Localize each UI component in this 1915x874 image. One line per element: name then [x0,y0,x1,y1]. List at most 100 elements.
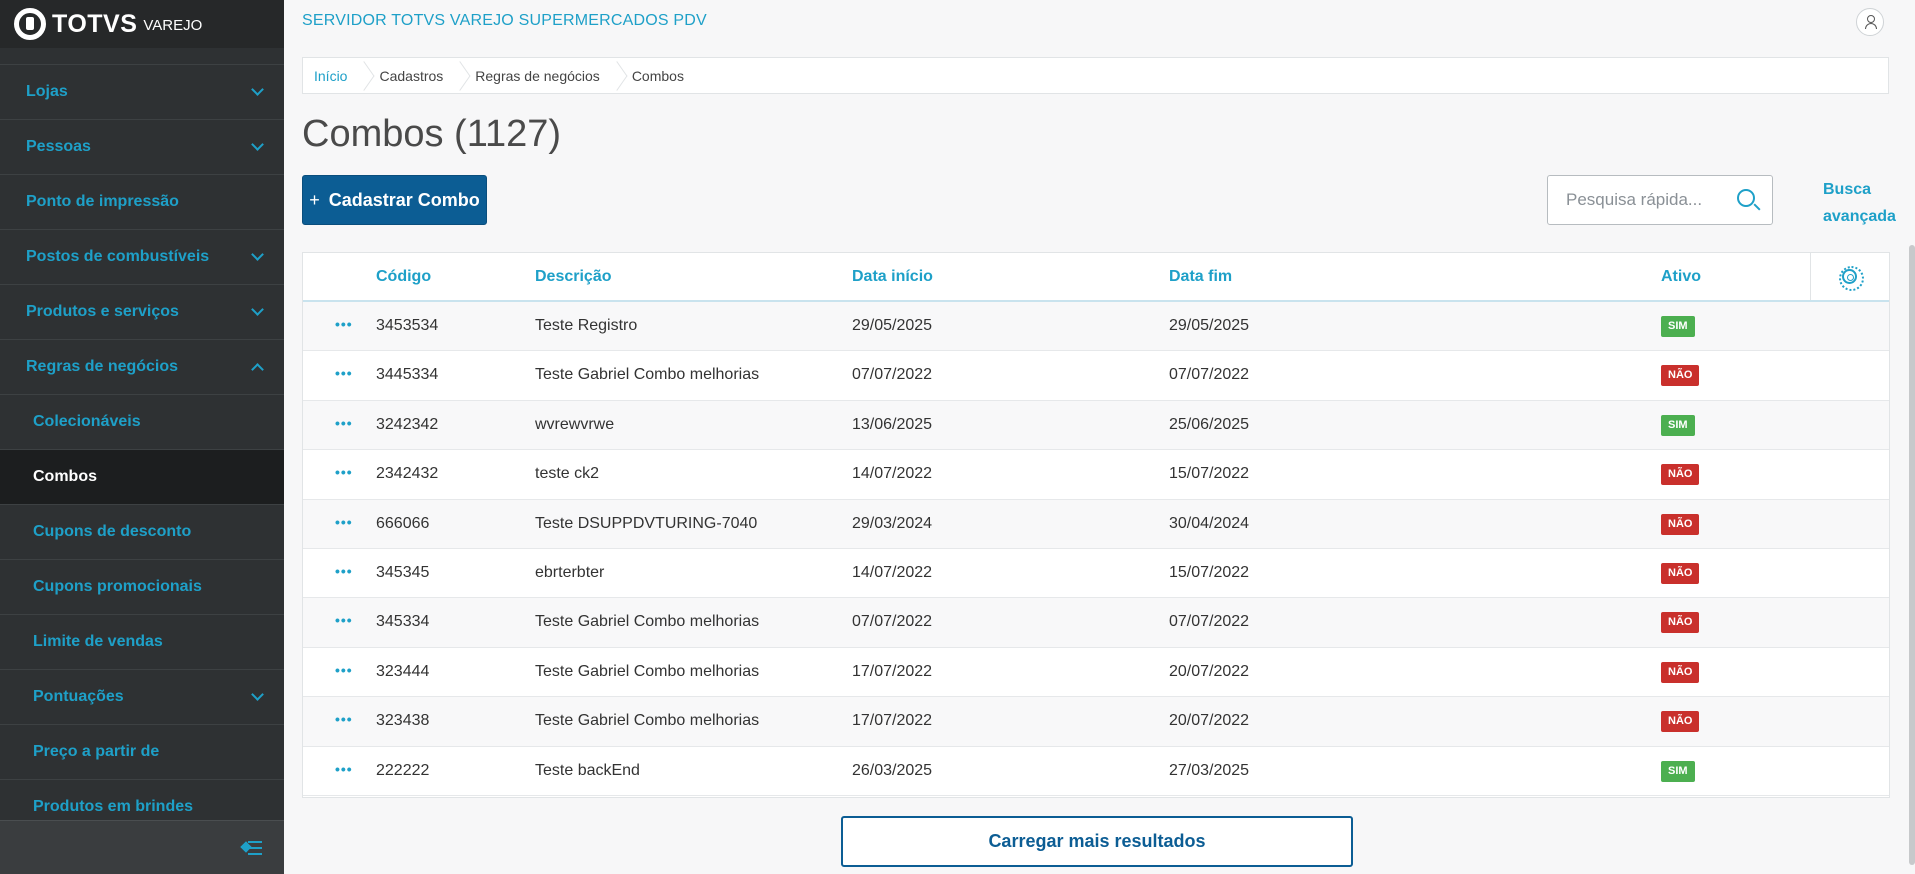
sidebar-item-preco-a-partir-de[interactable]: Preço a partir de [0,725,284,780]
table-row[interactable]: ••• 666066 Teste DSUPPDVTURING-7040 29/03/2… [303,499,1889,549]
cell-data-inicio: 07/07/2022 [852,613,933,631]
cell-descricao: teste ck2 [535,465,600,483]
cell-codigo: 323444 [376,662,430,680]
sidebar-item-pontuacoes[interactable]: Pontuações [0,670,284,725]
sidebar-item-lojas[interactable]: Lojas [0,65,284,120]
table-header: Código Descrição Data início Data fim At… [303,253,1889,302]
chevron-up-icon [251,363,264,376]
more-actions-icon[interactable]: ••• [335,464,353,480]
status-badge: NÃO [1661,464,1700,486]
cell-descricao: Teste DSUPPDVTURING-7040 [535,514,758,532]
cell-data-inicio: 13/06/2025 [852,415,933,433]
page-scrollbar[interactable] [1909,245,1915,865]
cell-data-inicio: 14/07/2022 [852,465,933,483]
more-actions-icon[interactable]: ••• [335,711,353,727]
load-more-button[interactable]: Carregar mais resultados [841,816,1353,867]
sidebar-item-label: Produtos e serviços [26,303,179,320]
sidebar-item-ponto-impressao[interactable]: Ponto de impressão [0,175,284,230]
cell-descricao: Teste backEnd [535,761,640,779]
user-icon[interactable] [1856,8,1884,36]
status-badge: SIM [1661,316,1695,337]
breadcrumb: Início Cadastros Regras de negócios Comb… [302,57,1889,94]
advanced-search-link[interactable]: Busca avançada [1823,176,1903,230]
sidebar-item-label: Regras de negócios [26,358,179,375]
search-icon[interactable] [1737,189,1761,213]
sidebar-item-cupons-desconto[interactable]: Cupons de desconto [0,505,284,560]
breadcrumb-separator [454,58,464,94]
status-badge: NÃO [1661,612,1700,634]
cell-descricao: wvrewvrwe [535,415,615,433]
sidebar-item-regras-negocios[interactable]: Regras de negócios [0,340,284,395]
search-input[interactable] [1566,190,1741,210]
column-header-data-fim[interactable]: Data fim [1169,268,1232,286]
cell-descricao: Teste Gabriel Combo melhorias [535,366,760,384]
cell-data-inicio: 29/03/2024 [852,514,933,532]
table-row[interactable]: ••• 323444 Teste Gabriel Combo melhorias 17… [303,648,1889,698]
sidebar-item-label: Cupons promocionais [33,578,202,595]
sidebar-item-cupons-promocionais[interactable]: Cupons promocionais [0,560,284,615]
cell-data-fim: 15/07/2022 [1169,563,1250,581]
cell-data-inicio: 07/07/2022 [852,366,933,384]
more-actions-icon[interactable]: ••• [335,514,353,530]
main-content: SERVIDOR TOTVS VAREJO SUPERMERCADOS PDV … [284,0,1915,874]
cell-codigo: 345334 [376,613,430,631]
more-actions-icon[interactable]: ••• [335,563,353,579]
gear-icon [1839,266,1864,291]
table-row[interactable]: ••• 345345 ebrterbter 14/07/2022 15/07/2022 N… [303,549,1889,599]
sidebar-item-colecionaveis[interactable]: Colecionáveis [0,395,284,450]
column-header-descricao[interactable]: Descrição [535,268,612,286]
cell-data-fim: 20/07/2022 [1169,662,1250,680]
breadcrumb-item-cadastros: Cadastros [379,67,444,84]
sidebar-item-label: Combos [33,468,97,485]
table-settings-button[interactable] [1810,253,1889,300]
more-actions-icon[interactable]: ••• [335,612,353,628]
column-header-codigo[interactable]: Código [376,268,431,286]
table-row[interactable]: ••• 222222 Teste backEnd 26/03/2025 27/03/20… [303,747,1889,796]
cell-codigo: 3453534 [376,317,439,334]
sidebar-footer [0,820,284,874]
chevron-down-icon [251,303,264,316]
cell-codigo: 222222 [376,761,430,779]
table-row[interactable]: ••• 3453534 Teste Registro 29/05/2025 29/05/… [303,302,1889,352]
cell-codigo: 323438 [376,712,430,730]
chevron-down-icon [251,248,264,261]
cell-data-fim: 30/04/2024 [1169,514,1250,532]
sidebar-item-combos[interactable]: Combos [0,450,284,505]
status-badge: NÃO [1661,661,1700,683]
cell-data-inicio: 29/05/2025 [852,317,933,334]
table-row[interactable]: ••• 323438 Teste Gabriel Combo melhorias 17… [303,697,1889,747]
column-header-ativo[interactable]: Ativo [1661,268,1701,286]
table-row[interactable]: ••• 3445334 Teste Gabriel Combo melhorias 0… [303,351,1889,401]
more-actions-icon[interactable]: ••• [335,415,353,431]
status-badge: SIM [1661,414,1695,436]
sidebar-item-pessoas[interactable]: Pessoas [0,120,284,175]
quick-search [1547,175,1773,225]
more-actions-icon[interactable]: ••• [335,316,353,332]
table-row[interactable]: ••• 3242342 wvrewvrwe 13/06/2025 25/06/2025 S… [303,400,1889,451]
cell-data-fim: 15/07/2022 [1169,465,1250,483]
cell-descricao: Teste Gabriel Combo melhorias [535,712,760,730]
table-row[interactable]: ••• 2342432 teste ck2 14/07/2022 15/07/2022 N… [303,450,1889,500]
breadcrumb-separator [611,58,621,94]
cell-data-inicio: 14/07/2022 [852,563,933,581]
chevron-down-icon [251,688,264,701]
breadcrumb-item-inicio[interactable]: Início [303,58,358,93]
sidebar-item-produtos-servicos[interactable]: Produtos e serviços [0,285,284,340]
status-badge: NÃO [1661,365,1700,387]
column-header-data-inicio[interactable]: Data início [852,268,933,286]
cell-data-inicio: 17/07/2022 [852,712,933,730]
cell-data-inicio: 26/03/2025 [852,761,933,779]
more-actions-icon[interactable]: ••• [335,761,353,777]
cell-codigo: 2342432 [376,465,439,483]
sidebar: TOTVS VAREJO Lojas Pessoas Ponto de impr… [0,0,284,874]
table-row[interactable]: ••• 345334 Teste Gabriel Combo melhorias 07… [303,598,1889,648]
breadcrumb-item-regras: Regras de negócios [475,67,600,84]
sidebar-item-postos-combustiveis[interactable]: Postos de combustíveis [0,230,284,285]
add-combo-button[interactable]: + Cadastrar Combo [302,175,487,225]
cell-descricao: ebrterbter [535,563,605,581]
more-actions-icon[interactable]: ••• [335,662,353,678]
sidebar-item-label: Preço a partir de [33,743,160,760]
more-actions-icon[interactable]: ••• [335,365,353,381]
collapse-menu-icon[interactable] [240,839,262,857]
sidebar-item-limite-vendas[interactable]: Limite de vendas [0,615,284,670]
